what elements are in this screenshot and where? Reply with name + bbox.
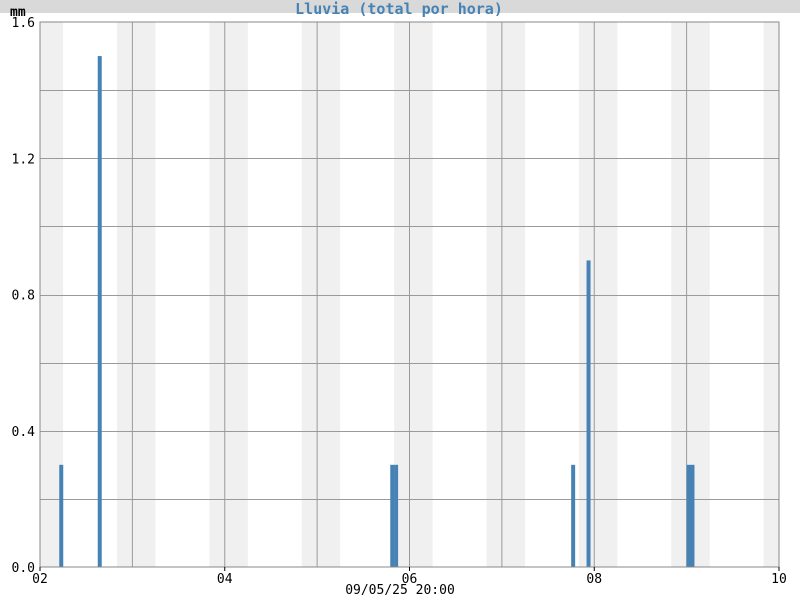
bar [586,260,591,567]
bar [686,464,691,567]
y-tick-label: 1.2 [12,152,35,167]
bar [571,464,576,567]
x-tick-label: 08 [586,572,602,587]
y-axis-ticks: 0.00.40.81.21.6 [12,16,36,576]
x-tick-label: 10 [771,572,787,587]
rain-chart: Lluvia (total por hora) mm 0.00.40.81.21… [0,0,800,598]
y-tick-label: 0.4 [12,425,36,440]
night-band [301,22,341,567]
chart-title: Lluvia (total por hora) [295,0,503,18]
bar [394,464,399,567]
night-band [209,22,248,567]
x-tick-label: 02 [32,572,48,587]
x-tick-label: 04 [217,572,233,587]
night-band [763,22,779,567]
x-axis-label: 09/05/25 20:00 [345,583,455,598]
bar [690,464,695,567]
bar [390,464,395,567]
bar [97,56,102,567]
night-band [394,22,433,567]
night-band [486,22,525,567]
bar [59,464,64,567]
y-tick-label: 0.8 [12,289,35,304]
y-tick-label: 1.6 [12,16,35,31]
night-band [116,22,156,567]
night-band [578,22,618,567]
